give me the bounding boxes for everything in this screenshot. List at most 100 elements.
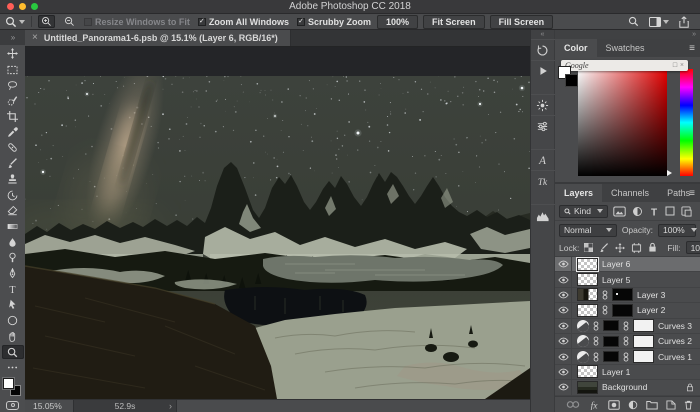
pen-tool[interactable] [0, 266, 25, 282]
checkbox-box-icon[interactable]: ✓ [198, 18, 206, 26]
fit-screen-button[interactable]: Fit Screen [423, 15, 485, 29]
layer-row[interactable]: Layer 3 [555, 288, 700, 303]
gradient-tool[interactable] [0, 219, 25, 235]
clone-stamp-tool[interactable] [0, 172, 25, 188]
workspace-switcher-button[interactable] [649, 17, 669, 27]
visibility-toggle[interactable] [555, 380, 572, 394]
layer-mask-thumbnail[interactable] [603, 336, 619, 347]
layer-name[interactable]: Layer 6 [602, 259, 630, 269]
layer-row[interactable]: Background [555, 380, 700, 395]
link-layers-button[interactable] [566, 400, 580, 409]
checkbox-box-icon[interactable] [84, 18, 92, 26]
panel-foreground-swatch[interactable] [565, 74, 578, 87]
zoom-100-button[interactable]: 100% [377, 15, 418, 29]
quick-mask-button[interactable] [6, 401, 19, 410]
active-tool-icon[interactable] [5, 16, 25, 28]
layer-row[interactable]: Layer 1 [555, 365, 700, 380]
properties-panel-button[interactable] [531, 115, 555, 136]
visibility-toggle[interactable] [555, 257, 572, 271]
curves-adjustment-icon[interactable] [577, 351, 589, 363]
type-tool[interactable]: T [0, 281, 25, 297]
zoom-all-windows-checkbox[interactable]: ✓Zoom All Windows [198, 17, 289, 27]
mask-link-icon[interactable] [602, 290, 608, 300]
layer-row[interactable]: Layer 2 [555, 303, 700, 318]
dock-collapse-right-button[interactable]: » [555, 30, 700, 39]
filter-smart-objects[interactable] [681, 206, 692, 217]
mask-link-icon[interactable] [623, 321, 629, 331]
document-canvas[interactable] [25, 47, 530, 399]
close-tab-icon[interactable]: × [32, 33, 38, 43]
status-info-field[interactable]: 52.9s › [73, 400, 177, 412]
history-brush-tool[interactable] [0, 187, 25, 203]
hand-tool[interactable] [0, 328, 25, 344]
marquee-tool[interactable] [0, 62, 25, 78]
visibility-toggle[interactable] [555, 272, 572, 286]
filter-adjustment-layers[interactable] [632, 206, 643, 217]
vector-mask-thumbnail[interactable] [633, 319, 654, 332]
layer-thumbnail[interactable] [577, 273, 598, 286]
layer-name[interactable]: Layer 2 [637, 305, 665, 315]
hue-slider[interactable] [680, 69, 693, 176]
layer-thumbnail[interactable] [577, 304, 598, 317]
blur-tool[interactable] [0, 234, 25, 250]
curves-adjustment-icon[interactable] [577, 320, 589, 332]
tab-color[interactable]: Color [555, 39, 597, 57]
curves-adjustment-icon[interactable] [577, 335, 589, 347]
document-tab[interactable]: × Untitled_Panorama1-6.psb @ 15.1% (Laye… [25, 30, 291, 46]
share-icon[interactable] [679, 16, 689, 28]
new-group-button[interactable] [646, 400, 658, 410]
color-picker-area[interactable]: Google □ × [555, 57, 700, 182]
edit-toolbar[interactable] [0, 360, 25, 376]
lasso-tool[interactable] [0, 77, 25, 93]
eyedropper-tool[interactable] [0, 124, 25, 140]
mask-link-icon[interactable] [602, 305, 608, 315]
eraser-tool[interactable] [0, 203, 25, 219]
layer-row[interactable]: Layer 5 [555, 272, 700, 287]
layer-name[interactable]: Background [602, 382, 647, 392]
toolbar-expand-button[interactable]: » [0, 30, 25, 45]
opacity-dropdown[interactable]: 100% [658, 224, 696, 237]
resize-windows-to-fit-checkbox[interactable]: Resize Windows to Fit [84, 17, 190, 27]
mask-link-icon[interactable] [593, 352, 599, 362]
history-panel-button[interactable] [531, 39, 555, 60]
visibility-toggle[interactable] [555, 334, 572, 348]
lock-artboard[interactable] [631, 243, 642, 253]
foreground-color-swatch[interactable] [3, 378, 14, 389]
lock-all[interactable] [648, 242, 657, 253]
google-maximize-icon[interactable]: □ [673, 62, 677, 69]
visibility-toggle[interactable] [555, 288, 572, 302]
new-adjustment-layer-button[interactable] [628, 400, 638, 410]
layer-name[interactable]: Curves 3 [658, 321, 692, 331]
actions-panel-button[interactable] [531, 60, 555, 81]
saturation-brightness-field[interactable] [578, 69, 667, 176]
vector-mask-thumbnail[interactable] [633, 350, 654, 363]
lock-paint[interactable] [599, 243, 609, 253]
layer-mask-thumbnail[interactable] [603, 351, 619, 362]
layers-panel-menu-icon[interactable]: ≡ [689, 184, 695, 202]
visibility-toggle[interactable] [555, 349, 572, 363]
dodge-tool[interactable] [0, 250, 25, 266]
layer-name[interactable]: Layer 1 [602, 367, 630, 377]
crop-tool[interactable] [0, 109, 25, 125]
mask-link-icon[interactable] [623, 336, 629, 346]
delete-layer-button[interactable] [684, 399, 693, 410]
layer-filter-kind-dropdown[interactable]: Kind [559, 205, 608, 218]
status-zoom-level[interactable]: 15.05% [25, 401, 73, 411]
dock-collapse-left-button[interactable]: « [531, 30, 554, 39]
character-styles-panel-button[interactable]: A [531, 149, 555, 170]
layer-thumbnail[interactable] [577, 365, 598, 378]
layer-row[interactable]: Layer 6 [555, 257, 700, 272]
histogram-panel-button[interactable] [531, 204, 555, 225]
blend-mode-dropdown[interactable]: Normal [559, 224, 617, 237]
new-layer-button[interactable] [666, 400, 676, 410]
add-mask-button[interactable] [608, 400, 620, 410]
tab-layers[interactable]: Layers [555, 184, 602, 202]
layer-thumbnail[interactable] [577, 258, 598, 271]
google-close-icon[interactable]: × [680, 62, 684, 69]
layer-name[interactable]: Curves 2 [658, 336, 692, 346]
layer-mask-thumbnail[interactable] [612, 304, 633, 317]
layer-mask-thumbnail[interactable] [612, 288, 633, 301]
checkbox-box-icon[interactable]: ✓ [297, 18, 305, 26]
filter-type-layers[interactable]: T [649, 206, 659, 217]
mask-link-icon[interactable] [593, 321, 599, 331]
